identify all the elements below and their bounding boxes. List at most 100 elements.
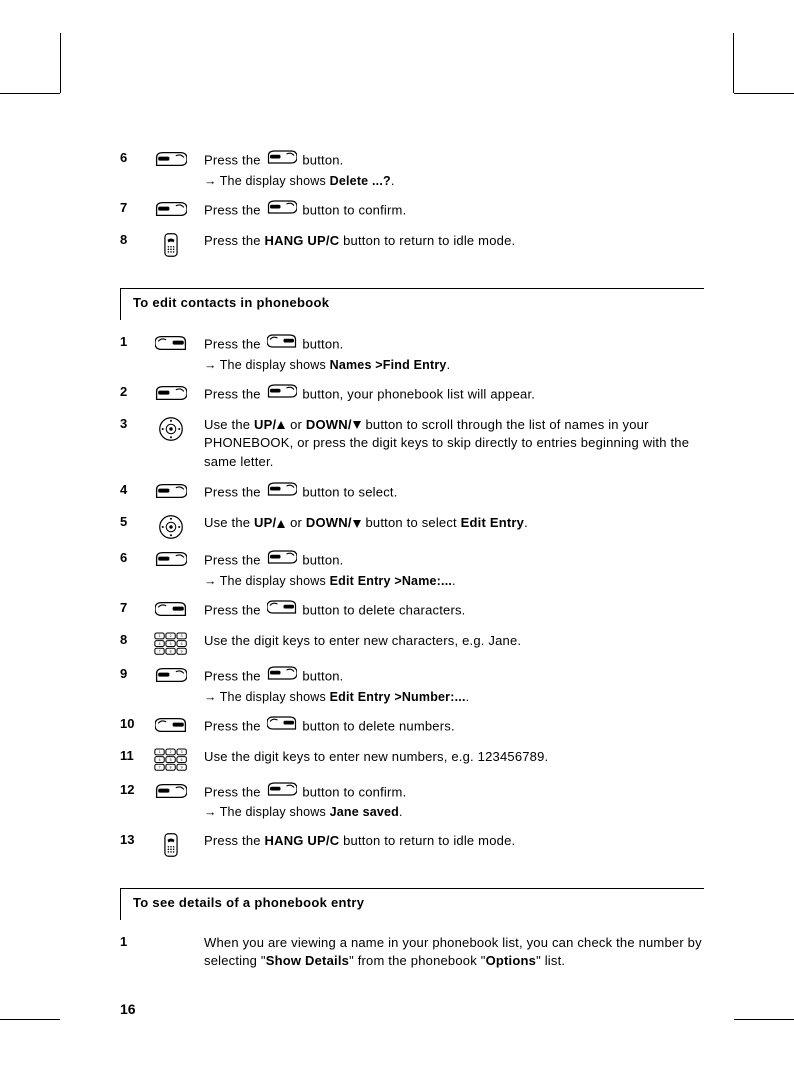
left-softkey-icon (267, 149, 297, 171)
step-icon-cell (150, 550, 192, 568)
instruction-step: 8 Use the digit keys to enter new charact… (120, 632, 704, 656)
right-softkey-icon (267, 599, 297, 621)
left-softkey-icon (267, 199, 297, 221)
step-icon-cell (150, 832, 192, 858)
step-icon-cell (150, 782, 192, 800)
left-softkey-icon (155, 150, 187, 168)
step-text: Use the UP/ or DOWN/ button to select Ed… (204, 514, 704, 533)
bold-text: DOWN/ (306, 515, 352, 530)
step-text: Use the UP/ or DOWN/ button to scroll th… (204, 416, 704, 473)
step-icon-cell (150, 232, 192, 258)
section-title: To see details of a phonebook entry (133, 895, 364, 910)
top-steps-block: 6Press the button.The display shows Dele… (120, 150, 704, 258)
step-icon-cell (150, 716, 192, 734)
step-text: Press the button, your phonebook list wi… (204, 384, 704, 406)
step-number: 7 (120, 200, 138, 215)
step-icon-cell (150, 666, 192, 684)
arrow-icon (204, 690, 220, 704)
step-number: 13 (120, 832, 138, 847)
section-heading-edit: To edit contacts in phonebook (120, 288, 704, 316)
step-number: 1 (120, 334, 138, 349)
step-text: Press the button to delete characters. (204, 600, 704, 622)
left-softkey-icon (155, 782, 187, 800)
step-number: 8 (120, 232, 138, 247)
keypad-icon (154, 632, 188, 656)
step-number: 3 (120, 416, 138, 431)
triangle-down-icon (353, 520, 361, 528)
step-number: 11 (120, 748, 138, 763)
bold-text: Delete ...? (330, 174, 391, 188)
bold-text: HANG UP/C (265, 233, 340, 248)
right-softkey-icon (267, 333, 297, 355)
instruction-step: 12Press the button to confirm.The displa… (120, 782, 704, 822)
left-softkey-icon (155, 482, 187, 500)
hangup-icon (162, 232, 180, 258)
step-text: Press the button.The display shows Edit … (204, 666, 704, 706)
right-softkey-icon (155, 600, 187, 618)
arrow-icon (204, 574, 220, 588)
step-icon-cell (150, 632, 192, 656)
step-text: Press the HANG UP/C button to return to … (204, 232, 704, 251)
instruction-step: 9Press the button.The display shows Edit… (120, 666, 704, 706)
bold-text: Names >Find Entry (330, 358, 447, 372)
left-softkey-icon (267, 481, 297, 503)
step-icon-cell (150, 748, 192, 772)
arrow-icon (204, 805, 220, 819)
page-number: 16 (120, 1001, 136, 1017)
edit-steps-block: 1Press the button.The display shows Name… (120, 334, 704, 858)
right-softkey-icon (155, 334, 187, 352)
instruction-step: 8 Press the HANG UP/C button to return to… (120, 232, 704, 258)
step-icon-cell (150, 600, 192, 618)
left-softkey-icon (267, 781, 297, 803)
instruction-step: 7Press the button to confirm. (120, 200, 704, 222)
hangup-icon (162, 832, 180, 858)
step-number: 7 (120, 600, 138, 615)
left-softkey-icon (155, 200, 187, 218)
step-icon-cell (150, 334, 192, 352)
left-softkey-icon (155, 384, 187, 402)
instruction-step: 10Press the button to delete numbers. (120, 716, 704, 738)
bold-text: Edit Entry (461, 515, 524, 530)
instruction-step: 13Press the HANG UP/C button to return t… (120, 832, 704, 858)
step-number: 6 (120, 150, 138, 165)
left-softkey-icon (267, 383, 297, 405)
step-text: Press the button to select. (204, 482, 704, 504)
instruction-step: 5 Use the UP/ or DOWN/ button to select E… (120, 514, 704, 540)
details-steps-block: 1When you are viewing a name in your pho… (120, 934, 704, 972)
step-text: Use the digit keys to enter new characte… (204, 632, 704, 651)
step-text: When you are viewing a name in your phon… (204, 934, 704, 972)
step-icon-cell (150, 384, 192, 402)
instruction-step: 6Press the button.The display shows Edit… (120, 550, 704, 590)
bold-text: Edit Entry >Number:... (330, 690, 466, 704)
triangle-down-icon (353, 421, 361, 429)
instruction-step: 7 Press the button to delete characters. (120, 600, 704, 622)
left-softkey-icon (155, 666, 187, 684)
step-number: 2 (120, 384, 138, 399)
instruction-step: 1When you are viewing a name in your pho… (120, 934, 704, 972)
step-number: 5 (120, 514, 138, 529)
step-text: Press the button to confirm.The display … (204, 782, 704, 822)
step-number: 8 (120, 632, 138, 647)
instruction-step: 11 Use the digit keys to enter new number… (120, 748, 704, 772)
step-icon-cell (150, 150, 192, 168)
bold-text: UP/ (254, 515, 276, 530)
section-heading-details: To see details of a phonebook entry (120, 888, 704, 916)
page-content: 6Press the button.The display shows Dele… (0, 0, 794, 1067)
bold-text: UP/ (254, 417, 276, 432)
step-icon-cell (150, 482, 192, 500)
step-text: Use the digit keys to enter new numbers,… (204, 748, 704, 767)
left-softkey-icon (267, 549, 297, 571)
bold-text: Options (486, 953, 537, 968)
instruction-step: 3 Use the UP/ or DOWN/ button to scroll t… (120, 416, 704, 473)
bold-text: Edit Entry >Name:... (330, 574, 452, 588)
step-icon-cell (150, 416, 192, 442)
triangle-up-icon (277, 520, 285, 528)
bold-text: HANG UP/C (265, 833, 340, 848)
triangle-up-icon (277, 421, 285, 429)
step-text: Press the button to delete numbers. (204, 716, 704, 738)
step-icon-cell (150, 514, 192, 540)
step-number: 4 (120, 482, 138, 497)
step-icon-cell (150, 200, 192, 218)
keypad-icon (154, 748, 188, 772)
arrow-icon (204, 174, 220, 188)
